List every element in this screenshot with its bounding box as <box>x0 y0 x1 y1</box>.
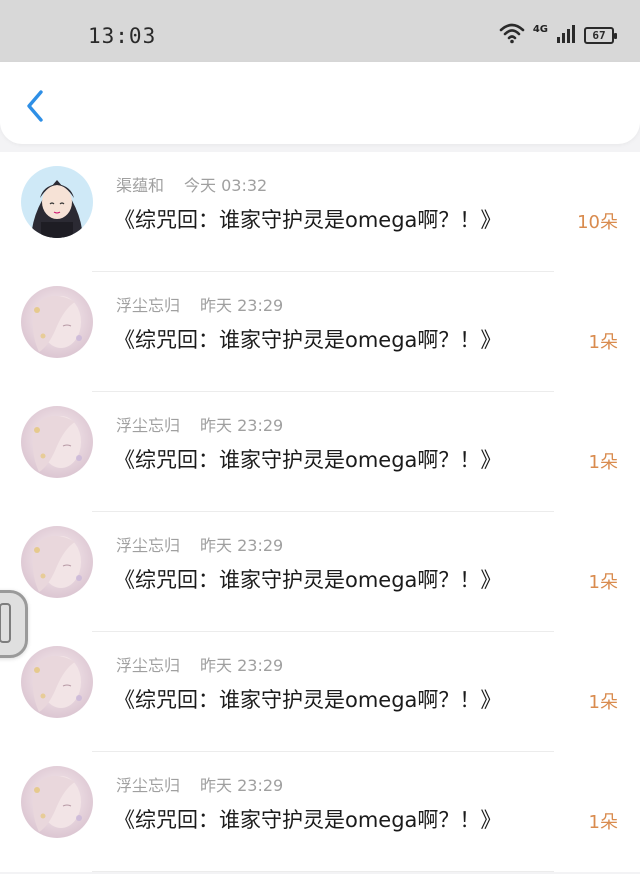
timestamp: 昨天 23:29 <box>200 416 284 435</box>
flower-count: 1朵 <box>588 812 618 833</box>
timestamp: 昨天 23:29 <box>200 776 284 795</box>
avatar[interactable] <box>21 526 93 598</box>
item-meta: 浮尘忘归 昨天 23:29 <box>116 532 283 556</box>
user-name[interactable]: 浮尘忘归 <box>116 656 180 675</box>
divider <box>92 871 554 872</box>
item-meta: 浮尘忘归 昨天 23:29 <box>116 772 283 796</box>
reward-list: 渠蕴和 今天 03:32 《综咒回：谁家守护灵是omega啊？！》 10朵 浮尘忘归 昨天… <box>0 152 640 872</box>
avatar[interactable] <box>21 406 93 478</box>
book-title: 《综咒回：谁家守护灵是omega啊？！》 <box>114 208 502 232</box>
book-title: 《综咒回：谁家守护灵是omega啊？！》 <box>114 328 502 352</box>
avatar[interactable] <box>21 286 93 358</box>
user-name[interactable]: 浮尘忘归 <box>116 416 180 435</box>
list-item[interactable]: 浮尘忘归 昨天 23:29 《综咒回：谁家守护灵是omega啊？！》 1朵 <box>0 632 640 752</box>
list-item[interactable]: 浮尘忘归 昨天 23:29 《综咒回：谁家守护灵是omega啊？！》 1朵 <box>0 752 640 872</box>
timestamp: 昨天 23:29 <box>200 656 284 675</box>
book-title: 《综咒回：谁家守护灵是omega啊？！》 <box>114 808 502 832</box>
timestamp: 今天 03:32 <box>184 176 268 195</box>
chevron-left-icon <box>24 89 46 127</box>
item-meta: 浮尘忘归 昨天 23:29 <box>116 292 283 316</box>
header-bar <box>0 62 640 144</box>
book-title: 《综咒回：谁家守护灵是omega啊？！》 <box>114 568 502 592</box>
avatar[interactable] <box>21 166 93 238</box>
wifi-icon <box>499 22 525 48</box>
avatar[interactable] <box>21 646 93 718</box>
user-name[interactable]: 浮尘忘归 <box>116 776 180 795</box>
list-item[interactable]: 浮尘忘归 昨天 23:29 《综咒回：谁家守护灵是omega啊？！》 1朵 <box>0 512 640 632</box>
floating-assistant-button[interactable] <box>0 590 28 658</box>
flower-count: 1朵 <box>588 692 618 713</box>
status-icons: 4G 67 <box>499 22 617 48</box>
list-item[interactable]: 渠蕴和 今天 03:32 《综咒回：谁家守护灵是omega啊？！》 10朵 <box>0 152 640 272</box>
user-name[interactable]: 渠蕴和 <box>116 176 164 195</box>
flower-count: 1朵 <box>588 572 618 593</box>
network-type-label: 4G <box>532 23 548 35</box>
user-name[interactable]: 浮尘忘归 <box>116 296 180 315</box>
list-item[interactable]: 浮尘忘归 昨天 23:29 《综咒回：谁家守护灵是omega啊？！》 1朵 <box>0 392 640 512</box>
battery-icon: 67 <box>584 26 617 44</box>
flower-count: 1朵 <box>588 332 618 353</box>
book-title: 《综咒回：谁家守护灵是omega啊？！》 <box>114 688 502 712</box>
user-name[interactable]: 浮尘忘归 <box>116 536 180 555</box>
back-button[interactable] <box>18 88 52 128</box>
list-item[interactable]: 浮尘忘归 昨天 23:29 《综咒回：谁家守护灵是omega啊？！》 1朵 <box>0 272 640 392</box>
item-meta: 浮尘忘归 昨天 23:29 <box>116 652 283 676</box>
item-meta: 浮尘忘归 昨天 23:29 <box>116 412 283 436</box>
flower-count: 10朵 <box>577 212 618 233</box>
battery-level: 67 <box>592 28 606 42</box>
floating-handle-icon <box>0 603 11 643</box>
status-time: 13:03 <box>88 24 157 48</box>
timestamp: 昨天 23:29 <box>200 296 284 315</box>
status-bar: 13:03 4G 67 <box>0 0 640 62</box>
book-title: 《综咒回：谁家守护灵是omega啊？！》 <box>114 448 502 472</box>
signal-icon <box>556 23 576 47</box>
item-meta: 渠蕴和 今天 03:32 <box>116 172 267 196</box>
flower-count: 1朵 <box>588 452 618 473</box>
timestamp: 昨天 23:29 <box>200 536 284 555</box>
avatar[interactable] <box>21 766 93 838</box>
